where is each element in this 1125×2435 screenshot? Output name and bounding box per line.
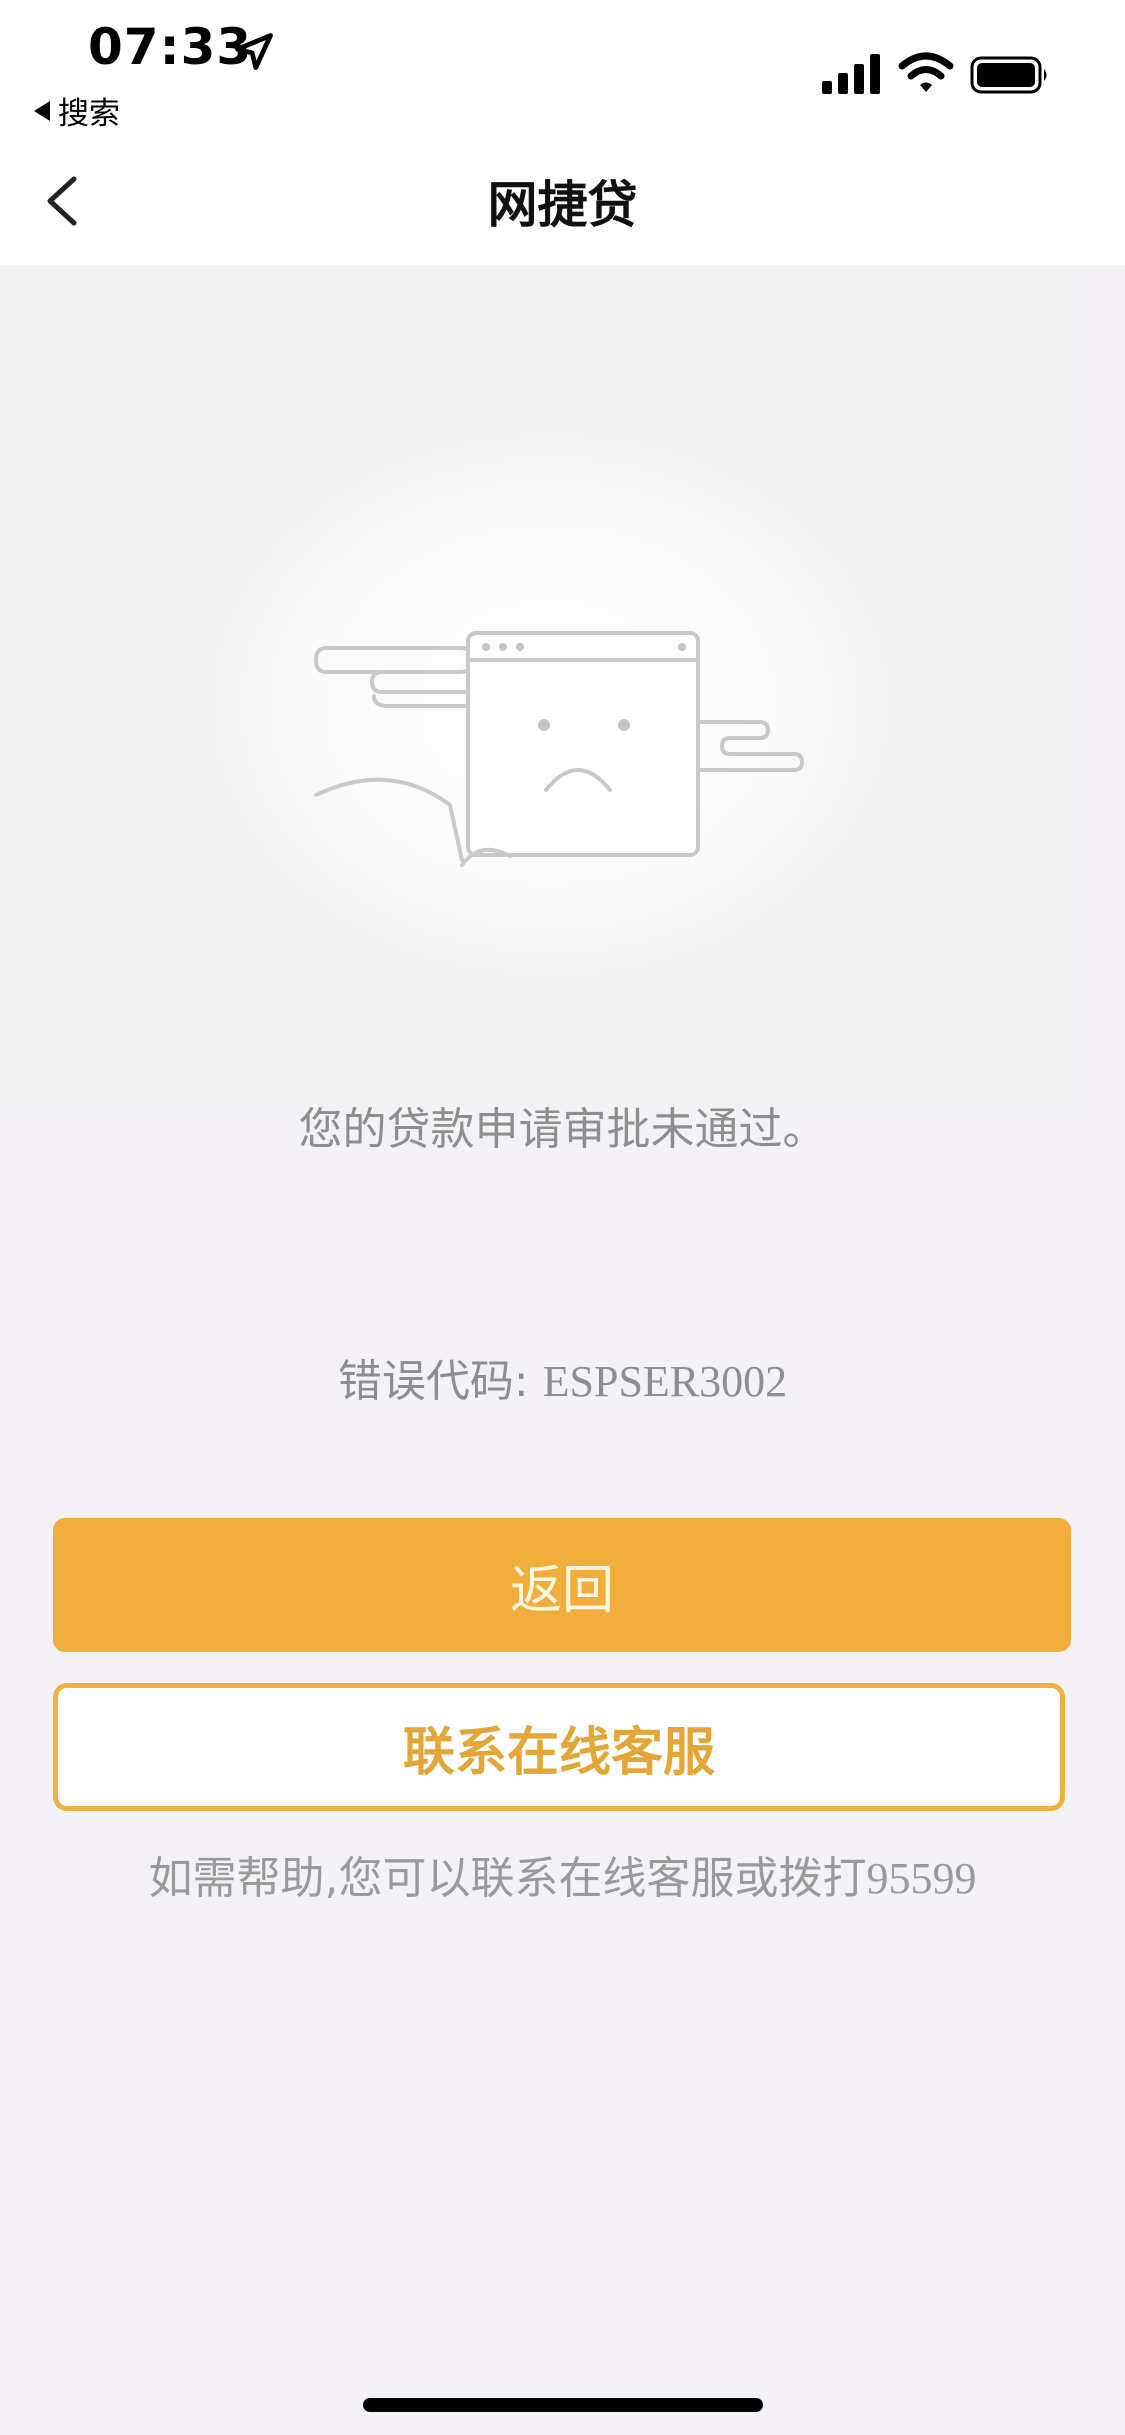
location-arrow-icon [235, 33, 273, 70]
error-code: 错误代码: ESPSER3002 [0, 1345, 1125, 1409]
home-indicator[interactable] [363, 2398, 763, 2412]
status-bar: 07:33 搜索 [0, 0, 1125, 135]
wifi-icon [898, 52, 954, 92]
contact-support-button[interactable]: 联系在线客服 [53, 1683, 1065, 1811]
error-code-value: ESPSER3002 [542, 1357, 788, 1406]
help-phone-number[interactable]: 95599 [867, 1854, 977, 1903]
battery-icon [970, 56, 1047, 94]
sad-browser-window-icon [314, 631, 804, 867]
back-triangle-icon [34, 100, 50, 121]
rejection-message: 您的贷款申请审批未通过。 [298, 1104, 827, 1155]
return-button[interactable]: 返回 [53, 1518, 1071, 1652]
back-app-label: 搜索 [58, 96, 120, 132]
error-code-label: 错误代码: [337, 1356, 543, 1407]
illustration-area [0, 265, 1080, 1108]
cellular-signal-icon [822, 54, 880, 94]
status-time: 07:33 [88, 18, 253, 76]
help-text-body: 如需帮助,您可以联系在线客服或拨打 [148, 1853, 867, 1904]
navigation-bar: 网捷贷 [0, 135, 1125, 265]
page-title: 网捷贷 [487, 176, 638, 234]
back-to-app-link[interactable]: 搜索 [34, 88, 120, 133]
help-text: 如需帮助,您可以联系在线客服或拨打95599 [0, 1842, 1125, 1906]
